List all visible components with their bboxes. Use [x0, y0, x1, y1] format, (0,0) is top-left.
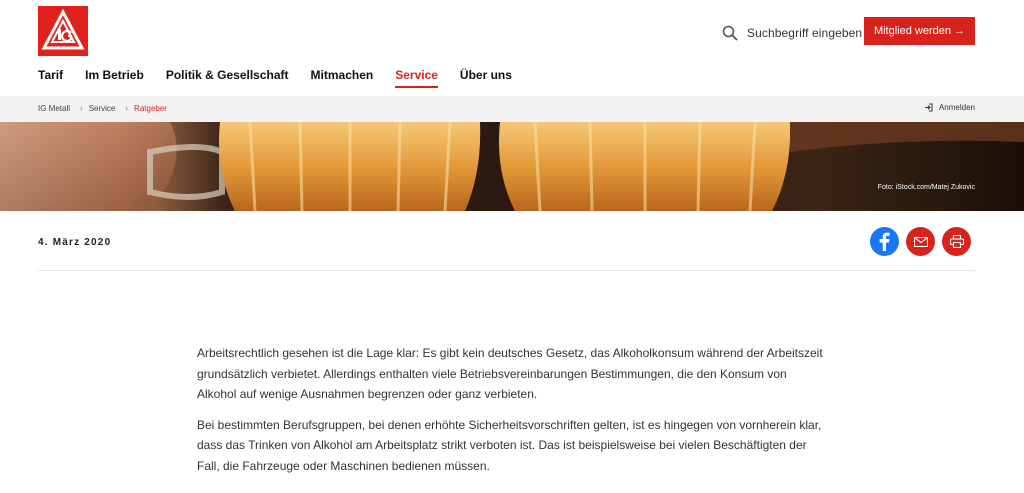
breadcrumb-item-service[interactable]: Service: [89, 104, 116, 113]
login-label: Anmelden: [938, 103, 975, 112]
breadcrumb: IG Metall › Service › Ratgeber: [38, 104, 167, 113]
breadcrumb-bar: IG Metall › Service › Ratgeber Anmelden: [0, 96, 1024, 122]
breadcrumb-separator-icon: ›: [125, 104, 129, 113]
hero-image: Foto: iStock.com/Matej Zukovic: [0, 122, 1024, 211]
search-icon: [722, 25, 738, 41]
nav-item-service[interactable]: Service: [395, 68, 438, 88]
nav-item-ueber-uns[interactable]: Über uns: [460, 68, 512, 88]
breadcrumb-separator-icon: ›: [80, 104, 83, 113]
nav-item-mitmachen[interactable]: Mitmachen: [311, 68, 374, 88]
nav-item-tarif[interactable]: Tarif: [38, 68, 63, 88]
login-icon: [924, 103, 933, 112]
ig-metall-logo-mark: [41, 9, 85, 50]
meta-divider: [38, 270, 975, 271]
article-body: Arbeitsrechtlich gesehen ist die Lage kl…: [197, 343, 827, 486]
login-link[interactable]: Anmelden: [924, 103, 975, 112]
share-email-button[interactable]: [906, 227, 935, 256]
search-placeholder: Suchbegriff eingeben: [747, 26, 863, 40]
nav-item-im-betrieb[interactable]: Im Betrieb: [85, 68, 144, 88]
article-paragraph: Bei bestimmten Berufsgruppen, bei denen …: [197, 417, 822, 473]
breadcrumb-item-ig-metall[interactable]: IG Metall: [38, 104, 70, 113]
become-member-button[interactable]: Mitglied werden →: [864, 17, 975, 45]
share-facebook-button[interactable]: [870, 227, 899, 256]
print-icon: [949, 235, 964, 248]
breadcrumb-item-ratgeber: Ratgeber: [134, 104, 167, 113]
print-button[interactable]: [942, 227, 971, 256]
nav-item-politik-gesellschaft[interactable]: Politik & Gesellschaft: [166, 68, 289, 88]
search-trigger[interactable]: Suchbegriff eingeben: [722, 25, 862, 41]
article-paragraph: Arbeitsrechtlich gesehen ist die Lage kl…: [197, 346, 823, 401]
ig-metall-logo[interactable]: [38, 6, 88, 56]
mail-icon: [913, 236, 928, 247]
hero-beer-glasses-illustration: [0, 122, 1024, 211]
article-date: 4. März 2020: [38, 237, 112, 248]
facebook-icon: [879, 232, 890, 251]
main-nav: Tarif Im Betrieb Politik & Gesellschaft …: [38, 68, 534, 88]
photo-credit: Foto: iStock.com/Matej Zukovic: [877, 184, 975, 191]
